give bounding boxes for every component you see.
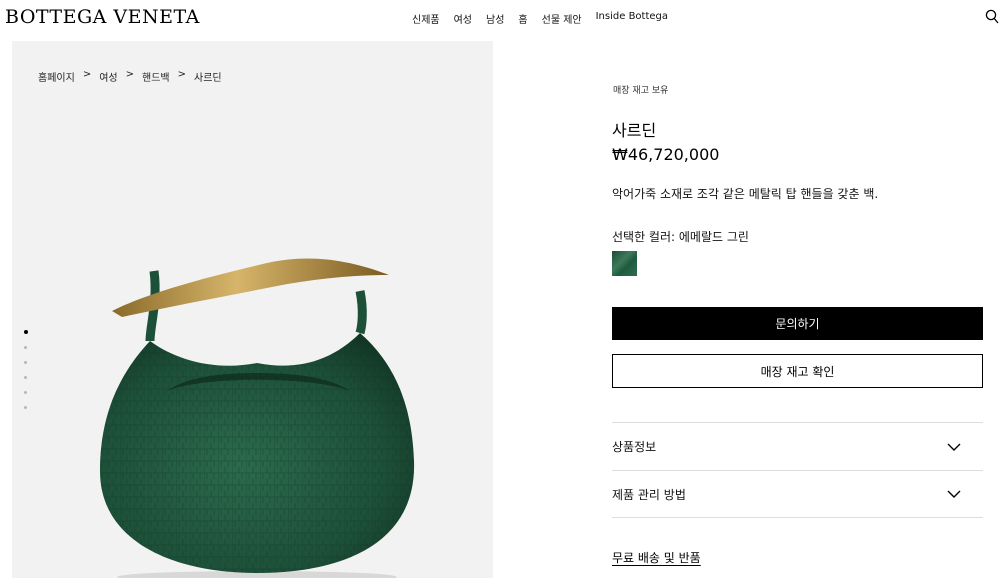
breadcrumb-home[interactable]: 홈페이지 — [38, 69, 75, 84]
slide-dot[interactable] — [24, 376, 27, 379]
nav-item-women[interactable]: 여성 — [454, 11, 472, 26]
slide-dot[interactable] — [24, 391, 27, 394]
slide-dot[interactable] — [23, 330, 28, 334]
slide-indicator — [23, 330, 28, 409]
product-image[interactable] — [92, 251, 422, 578]
breadcrumb: 홈페이지 > 여성 > 핸드백 > 사르딘 — [38, 69, 222, 84]
inquire-button[interactable]: 문의하기 — [612, 307, 983, 340]
breadcrumb-current: 사르딘 — [194, 73, 222, 84]
breadcrumb-separator: > — [177, 69, 186, 80]
main-nav: 신제품 여성 남성 홈 선물 제안 Inside Bottega — [412, 11, 668, 26]
nav-item-inside-bottega[interactable]: Inside Bottega — [596, 11, 668, 26]
nav-item-men[interactable]: 남성 — [486, 11, 504, 26]
selected-color-label: 선택한 컬러: 에메랄드 그린 — [612, 230, 749, 244]
shipping-returns-link[interactable]: 무료 배송 및 반품 — [612, 549, 701, 566]
swatch-fill — [612, 251, 637, 276]
check-store-stock-button[interactable]: 매장 재고 확인 — [612, 354, 983, 388]
product-gallery: 홈페이지 > 여성 > 핸드백 > 사르딘 — [12, 41, 493, 578]
product-title: 사르딘 — [612, 121, 657, 140]
brand-logo[interactable]: BOTTEGA VENETA — [5, 6, 200, 28]
accordion-care-instructions[interactable]: 제품 관리 방법 — [612, 470, 983, 518]
accordion-label: 상품정보 — [612, 440, 657, 454]
color-swatch-emerald-green[interactable] — [612, 251, 637, 276]
nav-item-home[interactable]: 홈 — [518, 11, 527, 26]
breadcrumb-handbags[interactable]: 핸드백 — [142, 69, 170, 84]
slide-dot[interactable] — [24, 346, 27, 349]
stock-status: 매장 재고 보유 — [613, 86, 669, 96]
nav-item-new[interactable]: 신제품 — [412, 11, 440, 26]
search-icon[interactable] — [985, 9, 999, 25]
slide-dot[interactable] — [24, 406, 27, 409]
breadcrumb-separator: > — [82, 69, 92, 80]
chevron-down-icon — [947, 443, 961, 451]
accordion-label: 제품 관리 방법 — [612, 487, 686, 502]
product-description: 악어가죽 소재로 조각 같은 메탈릭 탑 핸들을 갖춘 백. — [612, 187, 879, 201]
accordion-product-info[interactable]: 상품정보 — [612, 422, 983, 470]
nav-item-gifts[interactable]: 선물 제안 — [542, 11, 582, 26]
site-header: BOTTEGA VENETA 신제품 여성 남성 홈 선물 제안 Inside … — [0, 0, 1000, 36]
product-price: ₩46,720,000 — [612, 145, 720, 164]
breadcrumb-women[interactable]: 여성 — [99, 69, 117, 84]
slide-dot[interactable] — [24, 361, 27, 364]
breadcrumb-separator: > — [125, 69, 134, 80]
chevron-down-icon — [947, 490, 961, 498]
